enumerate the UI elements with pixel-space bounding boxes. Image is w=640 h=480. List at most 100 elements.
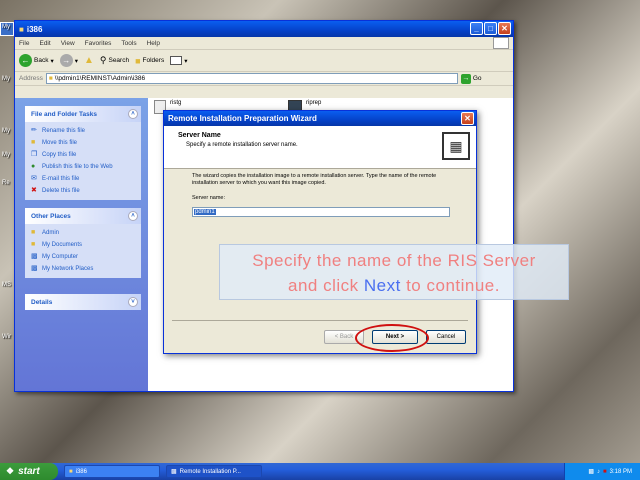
wizard-header: Server Name Specify a remote installatio… [164,126,476,169]
desktop-icon-label: Wir [2,334,11,340]
menu-edit[interactable]: Edit [39,40,50,47]
menu-help[interactable]: Help [147,40,160,47]
forward-arrow-icon: → [59,54,73,67]
search-button[interactable]: ⚲ Search [100,55,129,66]
documents-icon: ■ [31,241,36,248]
close-button[interactable]: ✕ [498,22,511,35]
desktop-icon-label: My [2,152,10,158]
back-button[interactable]: ← Back ▾ [19,54,54,67]
wizard-close-button[interactable]: ✕ [461,112,474,125]
views-button[interactable]: ▾ [170,56,187,65]
chevron-down-icon: ▾ [50,57,54,65]
folders-button[interactable]: ■ Folders [135,56,164,66]
search-icon: ⚲ [99,55,107,65]
back-arrow-icon: ← [19,54,32,67]
folder-icon: ■ [69,468,73,475]
desktop-icon-label: My [2,24,10,30]
file-tasks-panel: File and Folder Tasks ˄ ✏ Rename this file… [25,106,141,200]
security-shield-icon[interactable]: ■ [603,469,607,475]
desktop-icon-label: MS [2,282,11,288]
instruction-overlay: Specify the name of the RIS Server and c… [219,244,569,300]
desktop-icon-label: My [2,128,10,134]
windows-logo-icon [493,37,509,49]
network-icon: ▩ [31,265,38,272]
instruction-line-2: and click Next to continue. [288,276,500,295]
other-places-header[interactable]: Other Places ˄ [25,208,141,224]
menu-bar: File Edit View Favorites Tools Help [15,37,513,50]
volume-icon[interactable]: ♪ [597,469,600,475]
start-button[interactable]: ❖ start [0,463,58,480]
address-input[interactable]: ■ \\pdmin1\REMINST\Admin\i386 [45,73,458,84]
file-tasks-header[interactable]: File and Folder Tasks ˄ [25,106,141,122]
rename-file-link[interactable]: ✏ Rename this file [25,125,141,137]
instruction-line-1: Specify the name of the RIS Server [252,251,536,270]
menu-file[interactable]: File [19,40,29,47]
expand-icon[interactable]: ˅ [128,297,138,307]
explorer-titlebar[interactable]: ■ i386 _ □ ✕ [15,21,513,37]
admin-link[interactable]: ■ Admin [25,227,141,239]
menu-favorites[interactable]: Favorites [85,40,112,47]
publish-web-link[interactable]: ● Publish this file to the Web [25,161,141,173]
taskbar-item-wizard[interactable]: ▩ Remote Installation P... [166,465,262,478]
go-arrow-icon: → [460,73,471,84]
chevron-down-icon: ▾ [74,57,78,65]
computer-icon: ▩ [31,253,38,260]
move-file-link[interactable]: ■ Move this file [25,137,141,149]
desktop-icon-label: My [2,76,10,82]
menu-tools[interactable]: Tools [121,40,136,47]
system-tray: ▩ ♪ ■ 3:18 PM [564,463,640,480]
move-icon: ■ [31,139,36,146]
server-name-label: Server name: [192,195,226,201]
server-name-input[interactable]: pdmin1 [192,207,450,217]
highlight-ring [355,324,429,352]
folder-up-icon: ▲ [83,55,94,66]
collapse-icon[interactable]: ˄ [128,211,138,221]
delete-file-link[interactable]: ✖ Delete this file [25,185,141,197]
up-button[interactable]: ▲ [84,55,94,66]
wizard-description: The wizard copies the installation image… [192,173,437,186]
my-network-places-link[interactable]: ▩ My Network Places [25,263,141,275]
taskbar-item-explorer[interactable]: ■ i386 [64,465,160,478]
my-computer-link[interactable]: ▩ My Computer [25,251,141,263]
clock[interactable]: 3:18 PM [610,469,632,475]
forward-button[interactable]: → ▾ [59,54,78,67]
menu-view[interactable]: View [61,40,75,47]
toolbar: ← Back ▾ → ▾ ▲ ⚲ Search ■ Folders ▾ [15,50,513,72]
wizard-icon: ▩ [171,469,177,475]
chevron-down-icon: ▾ [184,57,188,65]
window-title: i386 [26,24,43,34]
server-name-value: pdmin1 [194,209,216,215]
my-documents-link[interactable]: ■ My Documents [25,239,141,251]
taskbar: ❖ start ■ i386 ▩ Remote Installation P... ▩… [0,463,640,480]
wizard-titlebar[interactable]: Remote Installation Preparation Wizard ✕ [164,111,476,126]
folder-icon: ■ [19,24,24,34]
cancel-button[interactable]: Cancel [426,330,466,344]
rename-icon: ✏ [31,127,37,134]
other-places-panel: Other Places ˄ ■ Admin ■ My Documents ▩ My C… [25,208,141,278]
server-wizard-icon: ▦ [442,132,470,160]
maximize-button[interactable]: □ [484,22,497,35]
email-file-link[interactable]: ✉ E-mail this file [25,173,141,185]
folders-icon: ■ [135,55,141,66]
folder-icon: ■ [31,229,36,236]
address-value: \\pdmin1\REMINST\Admin\i386 [54,75,146,82]
windows-flag-icon: ❖ [6,466,15,476]
minimize-button[interactable]: _ [470,22,483,35]
details-header[interactable]: Details ˅ [25,294,141,310]
details-panel: Details ˅ [25,294,141,310]
go-button[interactable]: → Go [460,73,482,84]
copy-file-link[interactable]: ❐ Copy this file [25,149,141,161]
wizard-heading: Server Name [178,132,221,139]
instruction-next-keyword: Next [363,276,401,295]
delete-icon: ✖ [31,187,37,194]
task-pane: File and Folder Tasks ˄ ✏ Rename this file… [15,98,148,391]
address-bar: Address ■ \\pdmin1\REMINST\Admin\i386 → G… [15,72,513,86]
divider [172,320,468,321]
views-icon [170,56,183,65]
envelope-icon: ✉ [31,175,37,182]
folder-icon: ■ [48,75,53,82]
globe-icon: ● [31,163,36,170]
desktop-icon-label: Re [2,180,10,186]
collapse-icon[interactable]: ˄ [128,109,138,119]
network-icon[interactable]: ▩ [588,468,594,475]
